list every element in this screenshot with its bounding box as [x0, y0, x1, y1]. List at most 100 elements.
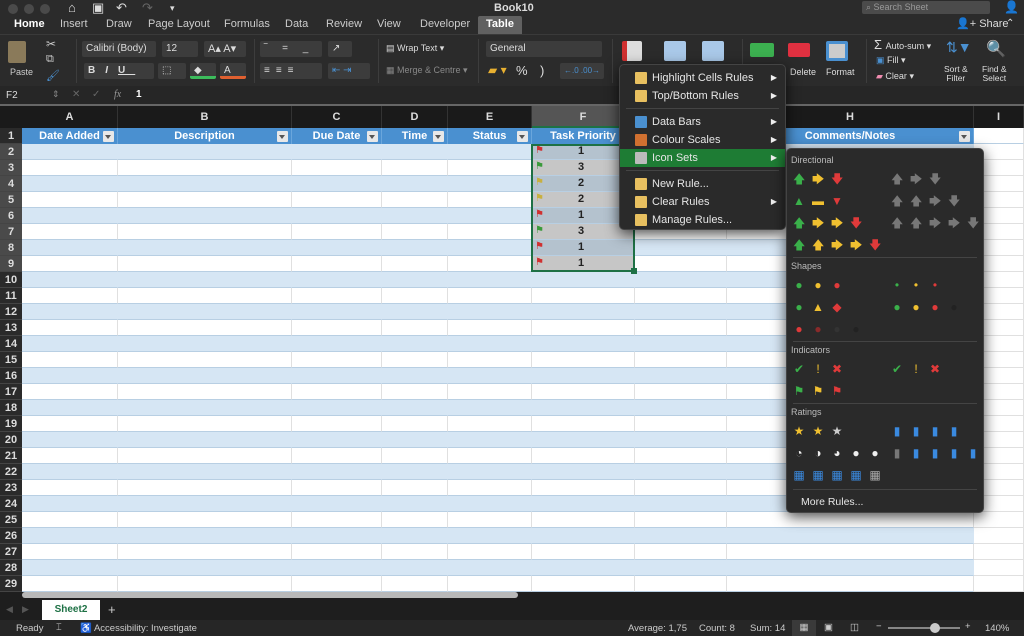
cell[interactable]	[448, 400, 532, 416]
cell[interactable]	[292, 432, 382, 448]
cell-styles-button[interactable]	[702, 41, 724, 61]
cell[interactable]	[727, 544, 974, 560]
save-icon[interactable]: ▣	[92, 0, 104, 16]
sheet-tab-sheet2[interactable]: Sheet2	[42, 600, 100, 620]
icon-set-4-arrows-gray[interactable]: 🡅 🡅 🡆 🡇	[891, 195, 967, 209]
column-header-i[interactable]: I	[974, 106, 1024, 128]
row-header-12[interactable]: 12	[0, 304, 22, 320]
clear-button[interactable]: ▰ Clear ▾	[876, 71, 914, 82]
cell[interactable]	[635, 528, 727, 544]
delete-cells-icon[interactable]	[788, 43, 810, 57]
icon-set-5-ratings[interactable]: ▮ ▮ ▮ ▮ ▮	[891, 447, 986, 461]
cell[interactable]	[532, 448, 635, 464]
cell[interactable]	[382, 288, 448, 304]
cell[interactable]	[292, 384, 382, 400]
cell[interactable]	[118, 336, 292, 352]
row-header-21[interactable]: 21	[0, 448, 22, 464]
cell[interactable]	[118, 416, 292, 432]
cell[interactable]	[382, 464, 448, 480]
tab-home[interactable]: Home	[8, 16, 51, 34]
cell[interactable]	[382, 448, 448, 464]
row-header-7[interactable]: 7	[0, 224, 22, 240]
zoom-slider[interactable]	[888, 623, 960, 633]
cell[interactable]	[382, 528, 448, 544]
cell[interactable]	[118, 240, 292, 256]
row-header-16[interactable]: 16	[0, 368, 22, 384]
format-as-table-button[interactable]	[664, 41, 686, 61]
cell[interactable]	[292, 336, 382, 352]
font-style-buttons[interactable]: BIU	[84, 63, 154, 79]
cell[interactable]	[382, 272, 448, 288]
icon-set-red-to-black[interactable]: ● ● ● ●	[793, 323, 869, 337]
cell[interactable]	[22, 144, 118, 160]
cell[interactable]	[532, 384, 635, 400]
cell[interactable]	[118, 576, 292, 592]
cell[interactable]	[22, 256, 118, 272]
cell[interactable]	[118, 352, 292, 368]
cell[interactable]	[22, 432, 118, 448]
row-header-18[interactable]: 18	[0, 400, 22, 416]
cell[interactable]	[382, 368, 448, 384]
cell[interactable]	[292, 176, 382, 192]
row-header-22[interactable]: 22	[0, 464, 22, 480]
cell[interactable]	[292, 560, 382, 576]
enter-icon[interactable]: ✓	[92, 89, 100, 100]
cell[interactable]	[532, 320, 635, 336]
accessibility-button[interactable]: ♿ Accessibility: Investigate	[80, 623, 197, 634]
row-header-17[interactable]: 17	[0, 384, 22, 400]
next-sheet-icon[interactable]: ▶	[22, 604, 29, 615]
icon-set-3-arrows-colored[interactable]: 🡅 🡆 🡇	[793, 173, 850, 187]
cell[interactable]	[118, 160, 292, 176]
zoom-slider-thumb[interactable]	[929, 623, 940, 633]
font-color-button[interactable]: A	[220, 63, 246, 79]
menu-item-icon-sets[interactable]: Icon Sets ▶	[620, 149, 785, 167]
cell[interactable]	[292, 144, 382, 160]
cell[interactable]	[118, 176, 292, 192]
format-button[interactable]: Format	[826, 67, 855, 77]
icon-set-4-traffic-lights[interactable]: ● ● ● ●	[891, 301, 967, 315]
cell[interactable]	[22, 304, 118, 320]
row-header-14[interactable]: 14	[0, 336, 22, 352]
icon-set-4-arrows-colored[interactable]: 🡅 🡆 🡆 🡇	[793, 217, 869, 231]
cell[interactable]	[22, 512, 118, 528]
cell[interactable]	[292, 160, 382, 176]
zoom-window-button[interactable]	[40, 4, 50, 14]
icon-set-3-arrows-gray[interactable]: 🡅 🡆 🡇	[891, 173, 948, 187]
cell[interactable]	[635, 480, 727, 496]
cell[interactable]	[292, 320, 382, 336]
share-button[interactable]: 👤+ Share	[956, 17, 1009, 30]
cell[interactable]	[118, 272, 292, 288]
customize-toolbar-icon[interactable]: ▾	[170, 3, 175, 14]
autosum-button[interactable]: Σ Auto-sum ▾	[874, 37, 931, 52]
cell[interactable]	[118, 384, 292, 400]
cell[interactable]	[635, 320, 727, 336]
zoom-level[interactable]: 140%	[985, 623, 1009, 634]
row-header-13[interactable]: 13	[0, 320, 22, 336]
menu-item-new-rule[interactable]: New Rule...	[620, 175, 785, 193]
tab-view[interactable]: View	[371, 16, 407, 34]
filter-dropdown-icon[interactable]	[517, 131, 528, 142]
cell[interactable]	[382, 496, 448, 512]
cell[interactable]	[532, 576, 635, 592]
cell[interactable]	[448, 176, 532, 192]
cell[interactable]	[382, 336, 448, 352]
icon-set-3-signs[interactable]: ● ▲ ◆	[793, 301, 850, 315]
cell[interactable]	[22, 448, 118, 464]
format-cells-icon[interactable]	[826, 41, 848, 61]
cell[interactable]	[118, 480, 292, 496]
tab-data[interactable]: Data	[279, 16, 314, 34]
close-window-button[interactable]	[8, 4, 18, 14]
copy-icon[interactable]: ⧉	[46, 53, 54, 66]
cell[interactable]	[292, 576, 382, 592]
cell[interactable]	[382, 144, 448, 160]
table-header-cell[interactable]: Due Date	[292, 128, 382, 144]
filter-dropdown-icon[interactable]	[367, 131, 378, 142]
merge-centre-button[interactable]: ▦ Merge & Centre ▾	[386, 65, 468, 76]
cell[interactable]	[22, 208, 118, 224]
cell[interactable]	[974, 512, 1024, 528]
cell[interactable]	[292, 464, 382, 480]
cell[interactable]	[635, 384, 727, 400]
table-header-cell[interactable]: Description	[118, 128, 292, 144]
cell[interactable]	[635, 512, 727, 528]
account-icon[interactable]: 👤	[1004, 0, 1019, 14]
